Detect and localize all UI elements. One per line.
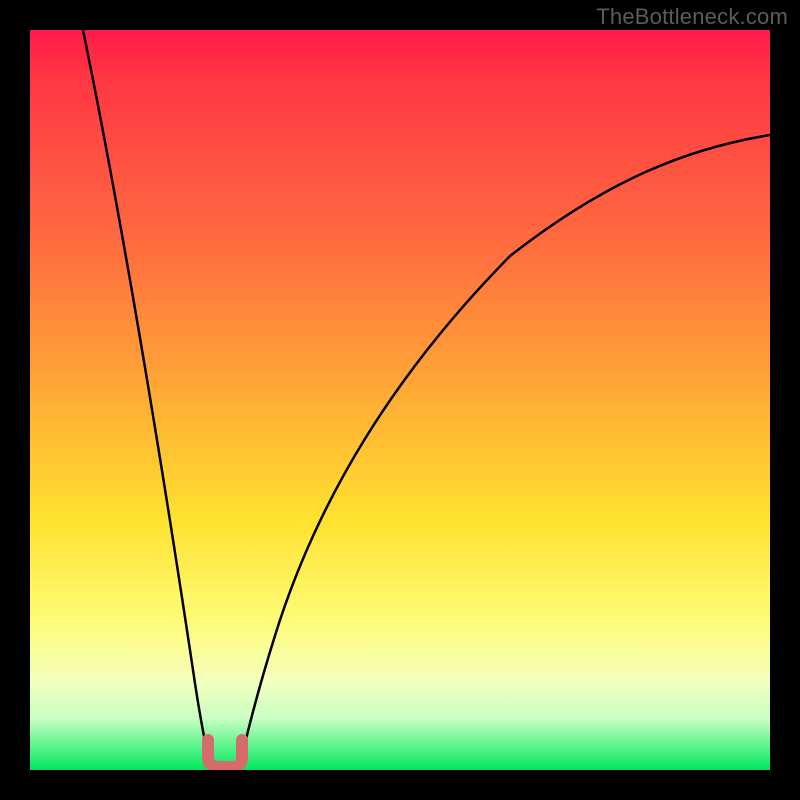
curve-left-branch <box>83 30 208 756</box>
minimum-bracket <box>208 740 242 767</box>
watermark-text: TheBottleneck.com <box>596 4 788 30</box>
chart-area <box>30 30 770 770</box>
chart-svg <box>30 30 770 770</box>
curve-right-branch <box>242 135 770 756</box>
